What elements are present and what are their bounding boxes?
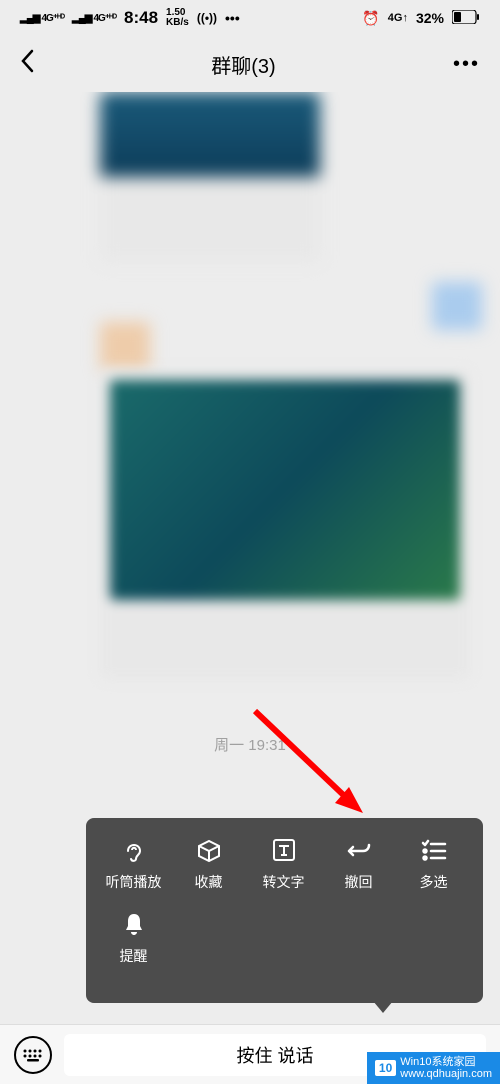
blurred-avatar <box>432 282 482 330</box>
ctx-remind[interactable]: 提醒 <box>96 910 171 966</box>
chat-area[interactable]: 周一 19:31 听筒播放 收藏 转文字 撤回 多选 提醒 <box>0 92 500 1024</box>
status-left: ▂▄▆4G⁺ᴴᴰ ▂▄▆4G⁺ᴴᴰ 8:48 1.50KB/s ((•)) ••… <box>20 8 240 28</box>
watermark-title: Win10系统家园 <box>400 1056 492 1068</box>
watermark-url: www.qdhuajin.com <box>400 1068 492 1080</box>
hotspot-icon: ((•)) <box>197 11 217 25</box>
timestamp: 周一 19:31 <box>0 734 500 755</box>
battery-icon <box>452 10 480 27</box>
ctx-label: 多选 <box>420 872 448 892</box>
ctx-label: 转文字 <box>263 872 305 892</box>
battery-pct: 32% <box>416 10 444 26</box>
watermark: 10 Win10系统家园 www.qdhuajin.com <box>367 1052 500 1084</box>
net-type: 4G↑ <box>388 12 408 24</box>
annotation-arrow <box>245 701 375 821</box>
ctx-label: 撤回 <box>345 872 373 892</box>
undo-icon <box>345 836 373 864</box>
watermark-logo: 10 <box>375 1060 396 1076</box>
box-icon <box>195 836 223 864</box>
text-icon <box>270 836 298 864</box>
chat-title: 群聊(3) <box>211 50 275 79</box>
ctx-label: 提醒 <box>120 946 148 966</box>
status-right: ⏰ 4G↑ 32% <box>362 10 480 27</box>
ctx-favorite[interactable]: 收藏 <box>171 836 246 892</box>
ctx-multiselect[interactable]: 多选 <box>396 836 471 892</box>
keyboard-toggle-button[interactable] <box>14 1036 52 1074</box>
vibrate-icon: ⏰ <box>362 10 379 27</box>
ctx-speaker-play[interactable]: 听筒播放 <box>96 836 171 892</box>
more-dots: ••• <box>225 10 240 26</box>
blurred-image-message <box>100 370 470 680</box>
signal-2: ▂▄▆4G⁺ᴴᴰ <box>72 13 116 24</box>
bell-icon <box>120 910 148 938</box>
back-button[interactable] <box>12 41 42 88</box>
more-button[interactable]: ••• <box>445 45 488 84</box>
ctx-recall[interactable]: 撤回 <box>321 836 396 892</box>
nav-bar: 群聊(3) ••• <box>0 36 500 92</box>
ctx-to-text[interactable]: 转文字 <box>246 836 321 892</box>
net-speed: 1.50KB/s <box>166 8 189 28</box>
context-menu: 听筒播放 收藏 转文字 撤回 多选 提醒 <box>86 818 483 1003</box>
ear-icon <box>120 836 148 864</box>
status-time: 8:48 <box>124 8 158 28</box>
ctx-label: 听筒播放 <box>106 872 162 892</box>
signal-1: ▂▄▆4G⁺ᴴᴰ <box>20 13 64 24</box>
blurred-message <box>100 92 320 262</box>
list-check-icon <box>420 836 448 864</box>
blurred-avatar <box>100 322 150 370</box>
status-bar: ▂▄▆4G⁺ᴴᴰ ▂▄▆4G⁺ᴴᴰ 8:48 1.50KB/s ((•)) ••… <box>0 0 500 36</box>
ctx-label: 收藏 <box>195 872 223 892</box>
